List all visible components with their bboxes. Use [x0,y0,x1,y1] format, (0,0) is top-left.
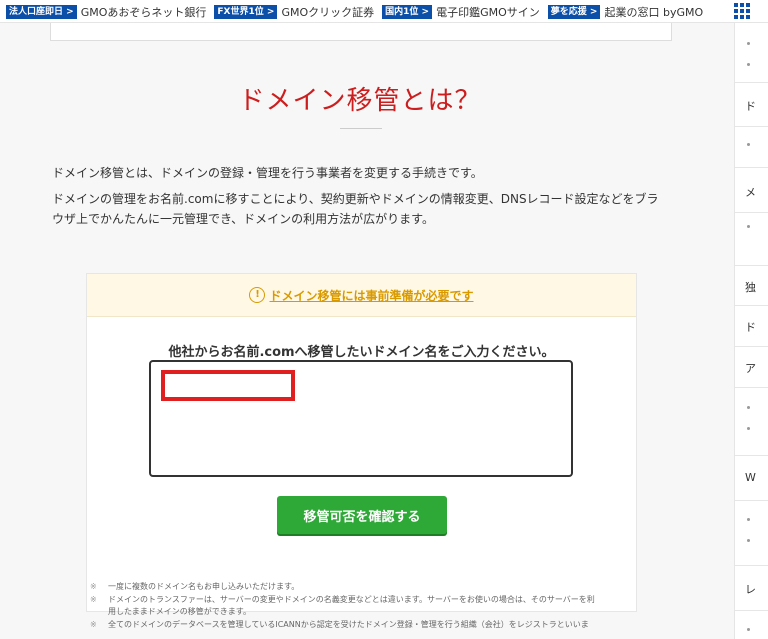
badge-fx-world-no1[interactable]: FX世界1位 > [214,5,278,19]
badge-domestic-no1[interactable]: 国内1位 > [382,5,433,19]
sidebar-heading[interactable]: ド [735,82,768,127]
gmo-group-links: 法人口座即日 > GMOあおぞらネット銀行 FX世界1位 > GMOクリック証券… [6,4,711,20]
gmo-group-bar: 法人口座即日 > GMOあおぞらネット銀行 FX世界1位 > GMOクリック証券… [0,0,768,23]
badge-support-dream[interactable]: 夢を応援 > [547,5,601,19]
link-gmo-sign[interactable]: 電子印鑑GMOサイン [436,4,540,20]
grid-icon[interactable] [734,3,750,19]
sidebar-gutter [720,23,734,639]
transfer-check-card: ! ドメイン移管には事前準備が必要です 他社からお名前.comへ移管したいドメイ… [86,273,637,612]
title-divider [340,128,382,129]
link-kigyo-no-madoguchi[interactable]: 起業の窓口 byGMO [604,4,703,20]
sidebar-heading[interactable]: W [735,456,768,501]
sidebar-section [735,127,768,168]
sidebar-heading[interactable]: 独 [735,266,768,306]
sidebar-section [735,501,768,566]
sidebar-heading[interactable]: レ [735,566,768,611]
description-line-1: ドメイン移管とは、ドメインの登録・管理を行う事業者を変更する手続きです。 [52,166,483,180]
sidebar-section [735,388,768,456]
preparation-warning-link[interactable]: ドメイン移管には事前準備が必要です [269,287,473,304]
sidebar-heading[interactable]: ド [735,306,768,347]
sidebar-section [735,213,768,266]
note-item: ※ 全てのドメインのデータベースを管理しているICANNから認定を受けたドメイン登… [90,620,589,629]
page-title: ドメイン移管とは？ [238,86,482,116]
bullet [747,63,750,66]
note-item: ※ ドメインのトランスファーは、サーバーの変更やドメインの名義変更などとは違います… [90,595,595,616]
check-transfer-button[interactable]: 移管可否を確認する [277,496,447,534]
warning-icon: ! [249,287,266,303]
bullet [747,628,750,631]
sidebar-heading[interactable]: メ [735,168,768,213]
link-gmo-click[interactable]: GMOクリック証券 [281,4,374,20]
domain-input-prompt: 他社からお名前.comへ移管したいドメイン名をご入力ください。 [168,345,555,360]
description-line-2: ドメインの管理をお名前.comに移すことにより、契約更新やドメインの情報変更、D… [52,192,659,206]
note-item: ※ 一度に複数のドメイン名もお申し込みいただけます。 [90,582,300,591]
bullet [747,42,750,45]
notes: ※ 一度に複数のドメイン名もお申し込みいただけます。 ※ ドメインのトランスファーは… [90,581,650,632]
link-gmo-aozora[interactable]: GMOあおぞらネット銀行 [81,4,207,20]
domain-name-input[interactable] [149,360,573,477]
main-content: ドメイン移管とは？ ドメイン移管とは、ドメインの登録・管理を行う事業者を変更する… [0,23,720,639]
preparation-warning: ! ドメイン移管には事前準備が必要です [87,274,636,317]
previous-section-box [50,23,672,41]
description-line-3: ウザ上でかんたんに一元管理でき、ドメインの利用方法が広がります。 [52,212,434,226]
sidebar-heading[interactable]: ア [735,347,768,388]
right-sidebar: ド メ 独 ド ア W レ [734,23,768,639]
badge-corporate-account[interactable]: 法人口座即日 > [6,5,77,19]
